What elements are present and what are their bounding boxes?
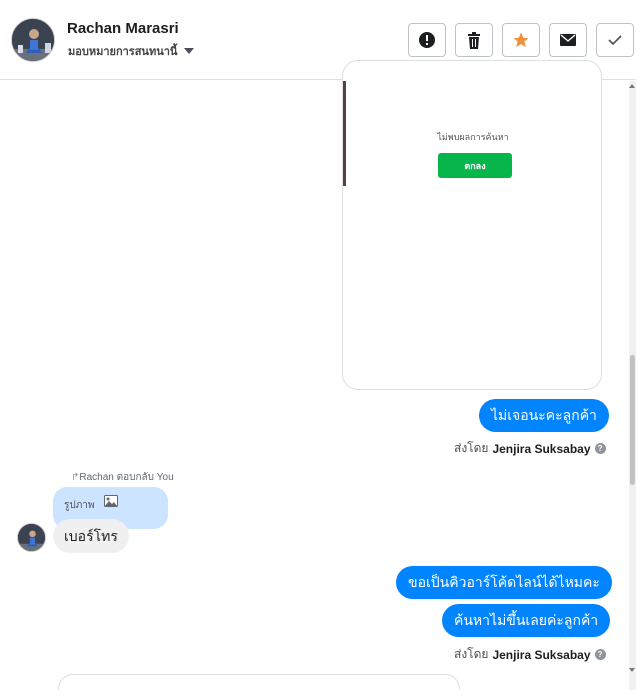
star-icon — [513, 32, 529, 48]
envelope-icon — [560, 34, 576, 46]
header-actions — [408, 23, 634, 57]
message-bubble-outgoing[interactable]: ขอเป็นคิวอาร์โค้ดไลน์ได้ไหมคะ — [396, 566, 612, 599]
scroll-down-arrow-icon[interactable] — [629, 668, 635, 672]
sent-by-prefix: ส่งโดย — [454, 441, 489, 455]
reply-quote-label: รูปภาพ — [64, 500, 95, 511]
image-icon — [104, 495, 118, 507]
attachment-ok-button: ตกลง — [438, 153, 512, 178]
sent-by-label: ส่งโดย Jenjira Suksabay ? — [454, 645, 606, 664]
message-bubble-incoming[interactable]: เบอร์โทร — [53, 519, 129, 553]
question-icon[interactable]: ? — [594, 649, 606, 660]
star-button[interactable] — [502, 23, 540, 57]
avatar[interactable] — [11, 18, 55, 62]
message-bubble-outgoing[interactable]: ไม่เจอนะคะลูกค้า — [479, 399, 609, 432]
sent-by-name: Jenjira Suksabay — [492, 647, 591, 662]
chevron-down-icon — [184, 48, 195, 54]
message-preview-card[interactable] — [58, 674, 460, 690]
contact-name[interactable]: Rachan Marasri — [67, 20, 179, 37]
image-attachment[interactable]: ไม่พบผลการค้นหา ตกลง — [342, 60, 602, 390]
sent-by-prefix: ส่งโดย — [454, 647, 489, 661]
scrollbar-thumb[interactable] — [630, 355, 635, 485]
avatar[interactable] — [17, 523, 46, 552]
done-button[interactable] — [596, 23, 634, 57]
check-icon — [608, 35, 622, 46]
spam-button[interactable] — [408, 23, 446, 57]
sent-by-label: ส่งโดย Jenjira Suksabay ? — [454, 439, 606, 458]
trash-icon — [468, 31, 480, 49]
sent-by-name: Jenjira Suksabay — [492, 441, 591, 456]
mark-unread-button[interactable] — [549, 23, 587, 57]
delete-button[interactable] — [455, 23, 493, 57]
attachment-no-results-text: ไม่พบผลการค้นหา — [437, 132, 509, 142]
alert-icon — [419, 32, 435, 48]
assign-label: มอบหมายการสนทนานี้ — [68, 46, 178, 58]
message-bubble-outgoing[interactable]: ค้นหาไม่ขึ้นเลยค่ะลูกค้า — [442, 604, 611, 637]
scroll-up-arrow-icon[interactable] — [629, 84, 635, 88]
question-icon[interactable]: ? — [594, 443, 606, 454]
reply-note: ↱Rachan ตอบกลับ You — [71, 472, 174, 483]
assign-conversation-dropdown[interactable]: มอบหมายการสนทนานี้ — [68, 42, 195, 60]
